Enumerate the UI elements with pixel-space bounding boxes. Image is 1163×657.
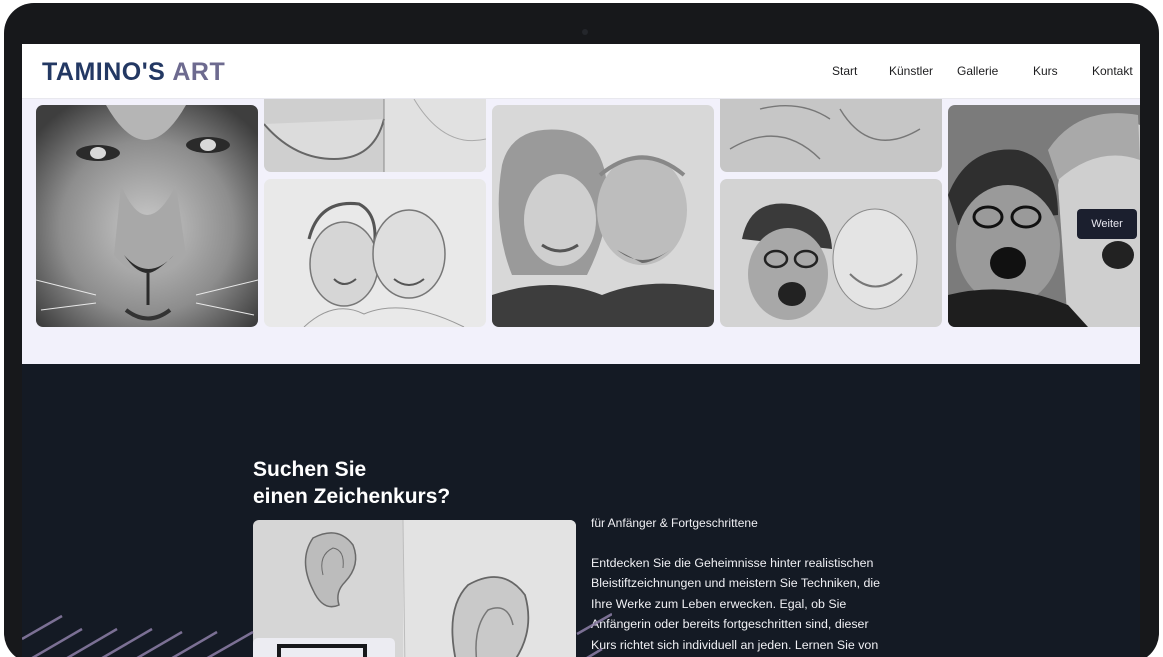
nav-kurs[interactable]: Kurs <box>1033 64 1058 78</box>
laughing-man-sketch-image <box>720 179 942 327</box>
nav-kontakt[interactable]: Kontakt <box>1092 64 1133 78</box>
course-subtitle: für Anfänger & Fortgeschrittene <box>591 516 758 530</box>
gallery-next-button[interactable]: Weiter <box>1077 209 1137 239</box>
course-description-line: Entdecken Sie die Geheimnisse hinter rea… <box>591 556 874 570</box>
portrait-sketch-partial-image <box>264 89 486 172</box>
course-section: Suchen Sie einen Zeichenkurs? für Anfäng… <box>22 364 1140 657</box>
camera-dot <box>582 29 588 35</box>
site-header: TAMINO'S ART Start Künstler Gallerie Kurs… <box>22 44 1140 99</box>
course-title-line-2: einen Zeichenkurs? <box>253 485 451 508</box>
gallery-tile-couple-drawing[interactable] <box>492 105 714 327</box>
couple-sketch-image <box>264 179 486 327</box>
couple-drawing-image <box>492 105 714 327</box>
gallery-tile-line-sketch[interactable] <box>720 89 942 172</box>
decorative-stripes <box>22 612 612 657</box>
gallery-tile-sketch-top[interactable] <box>264 89 486 172</box>
course-description: Entdecken Sie die Geheimnisse hinter rea… <box>591 553 921 655</box>
browser-viewport: TAMINO'S ART Start Künstler Gallerie Kurs… <box>22 44 1140 657</box>
gallery-tile-laughing-sketch[interactable] <box>720 179 942 327</box>
nav-start[interactable]: Start <box>832 64 857 78</box>
course-title: Suchen Sie einen Zeichenkurs? <box>253 456 553 510</box>
nav-gallerie[interactable]: Gallerie <box>957 64 998 78</box>
nav-kuenstler[interactable]: Künstler <box>889 64 933 78</box>
gallery-tile-lion[interactable] <box>36 105 258 327</box>
course-description-line: Ihre Werke zum Leben erwecken. Egal, ob … <box>591 596 847 611</box>
course-description-line: Anfängerin oder bereits fortgeschritten … <box>591 617 869 632</box>
main-nav: Start Künstler Gallerie Kurs Kontakt <box>22 64 1140 84</box>
gallery-tile-couple-sketch[interactable] <box>264 179 486 327</box>
gallery-strip: Weiter <box>22 89 1140 364</box>
course-description-line: Bleistiftzeichnungen und meistern Sie Te… <box>591 576 881 591</box>
lion-drawing-image <box>36 105 258 327</box>
course-description-line: Kurs richtet sich individuell an jeden. … <box>591 637 879 652</box>
line-sketch-partial-image <box>720 89 942 172</box>
course-title-line-1: Suchen Sie <box>253 458 367 481</box>
